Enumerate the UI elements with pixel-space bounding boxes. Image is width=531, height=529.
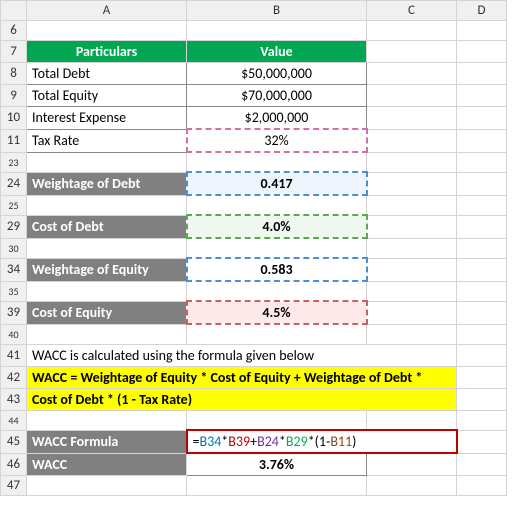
row-25: 25 bbox=[1, 195, 507, 215]
col-c[interactable]: C bbox=[367, 1, 457, 21]
rowhdr-44[interactable]: 44 bbox=[1, 410, 27, 430]
row-46: 46 WACC 3.76% bbox=[1, 453, 507, 476]
rowhdr-46[interactable]: 46 bbox=[1, 453, 27, 476]
cell-a11[interactable]: Tax Rate bbox=[27, 129, 187, 152]
cell-b29[interactable]: 4.0% bbox=[187, 215, 367, 238]
select-all[interactable] bbox=[1, 1, 27, 21]
rowhdr-7[interactable]: 7 bbox=[1, 41, 27, 63]
row-11: 11 Tax Rate 32% bbox=[1, 129, 507, 152]
rowhdr-34[interactable]: 34 bbox=[1, 258, 27, 281]
row-6: 6 bbox=[1, 21, 507, 41]
row-35: 35 bbox=[1, 281, 507, 301]
rowhdr-29[interactable]: 29 bbox=[1, 215, 27, 238]
cell-a7[interactable]: Particulars bbox=[27, 41, 187, 63]
rowhdr-43[interactable]: 43 bbox=[1, 388, 27, 410]
cell-a43[interactable]: Cost of Debt * (1 - Tax Rate) bbox=[27, 388, 457, 410]
rowhdr-10[interactable]: 10 bbox=[1, 107, 27, 130]
rowhdr-42[interactable]: 42 bbox=[1, 366, 27, 388]
row-30: 30 bbox=[1, 238, 507, 258]
cell-b11[interactable]: 32% bbox=[187, 129, 367, 152]
cell-a10[interactable]: Interest Expense bbox=[27, 107, 187, 130]
row-45: 45 WACC Formula =B34*B39+B24*B29*(1-B11) bbox=[1, 430, 507, 453]
row-42: 42 WACC = Weightage of Equity * Cost of … bbox=[1, 366, 507, 388]
row-44: 44 bbox=[1, 410, 507, 430]
col-a[interactable]: A bbox=[27, 1, 187, 21]
rowhdr-30[interactable]: 30 bbox=[1, 238, 27, 258]
rowhdr-45[interactable]: 45 bbox=[1, 430, 27, 453]
cell-a24[interactable]: Weightage of Debt bbox=[27, 172, 187, 195]
row-34: 34 Weightage of Equity 0.583 bbox=[1, 258, 507, 281]
rowhdr-24[interactable]: 24 bbox=[1, 172, 27, 195]
rowhdr-35[interactable]: 35 bbox=[1, 281, 27, 301]
cell-a34[interactable]: Weightage of Equity bbox=[27, 258, 187, 281]
cell-a8[interactable]: Total Debt bbox=[27, 63, 187, 85]
cell-a45[interactable]: WACC Formula bbox=[27, 430, 187, 453]
cell-b24[interactable]: 0.417 bbox=[187, 172, 367, 195]
cell-a39[interactable]: Cost of Equity bbox=[27, 301, 187, 324]
row-10: 10 Interest Expense $2,000,000 bbox=[1, 107, 507, 130]
row-23: 23 bbox=[1, 152, 507, 172]
cell-b39[interactable]: 4.5% bbox=[187, 301, 367, 324]
rowhdr-23[interactable]: 23 bbox=[1, 152, 27, 172]
cell-b46[interactable]: 3.76% bbox=[187, 453, 367, 476]
col-b[interactable]: B bbox=[187, 1, 367, 21]
cell-b9[interactable]: $70,000,000 bbox=[187, 85, 367, 107]
spreadsheet[interactable]: A B C D 6 7 Particulars Value 8 Total De… bbox=[0, 0, 507, 496]
row-40: 40 bbox=[1, 324, 507, 344]
cell-b8[interactable]: $50,000,000 bbox=[187, 63, 367, 85]
rowhdr-6[interactable]: 6 bbox=[1, 21, 27, 41]
cell-b45-formula[interactable]: =B34*B39+B24*B29*(1-B11) bbox=[187, 430, 457, 453]
cell-b10[interactable]: $2,000,000 bbox=[187, 107, 367, 130]
rowhdr-25[interactable]: 25 bbox=[1, 195, 27, 215]
rowhdr-9[interactable]: 9 bbox=[1, 85, 27, 107]
row-7: 7 Particulars Value bbox=[1, 41, 507, 63]
cell-a9[interactable]: Total Equity bbox=[27, 85, 187, 107]
cell-a41[interactable]: WACC is calculated using the formula giv… bbox=[27, 344, 457, 366]
cell-a42[interactable]: WACC = Weightage of Equity * Cost of Equ… bbox=[27, 366, 457, 388]
rowhdr-41[interactable]: 41 bbox=[1, 344, 27, 366]
row-29: 29 Cost of Debt 4.0% bbox=[1, 215, 507, 238]
row-43: 43 Cost of Debt * (1 - Tax Rate) bbox=[1, 388, 507, 410]
row-8: 8 Total Debt $50,000,000 bbox=[1, 63, 507, 85]
cell-a29[interactable]: Cost of Debt bbox=[27, 215, 187, 238]
row-24: 24 Weightage of Debt 0.417 bbox=[1, 172, 507, 195]
row-9: 9 Total Equity $70,000,000 bbox=[1, 85, 507, 107]
rowhdr-11[interactable]: 11 bbox=[1, 129, 27, 152]
cell-a46[interactable]: WACC bbox=[27, 453, 187, 476]
column-header-row: A B C D bbox=[1, 1, 507, 21]
cell-b34[interactable]: 0.583 bbox=[187, 258, 367, 281]
cell-b7[interactable]: Value bbox=[187, 41, 367, 63]
rowhdr-39[interactable]: 39 bbox=[1, 301, 27, 324]
col-d[interactable]: D bbox=[457, 1, 507, 21]
rowhdr-47[interactable]: 47 bbox=[1, 476, 27, 496]
rowhdr-8[interactable]: 8 bbox=[1, 63, 27, 85]
row-47: 47 bbox=[1, 476, 507, 496]
row-39: 39 Cost of Equity 4.5% bbox=[1, 301, 507, 324]
row-41: 41 WACC is calculated using the formula … bbox=[1, 344, 507, 366]
rowhdr-40[interactable]: 40 bbox=[1, 324, 27, 344]
